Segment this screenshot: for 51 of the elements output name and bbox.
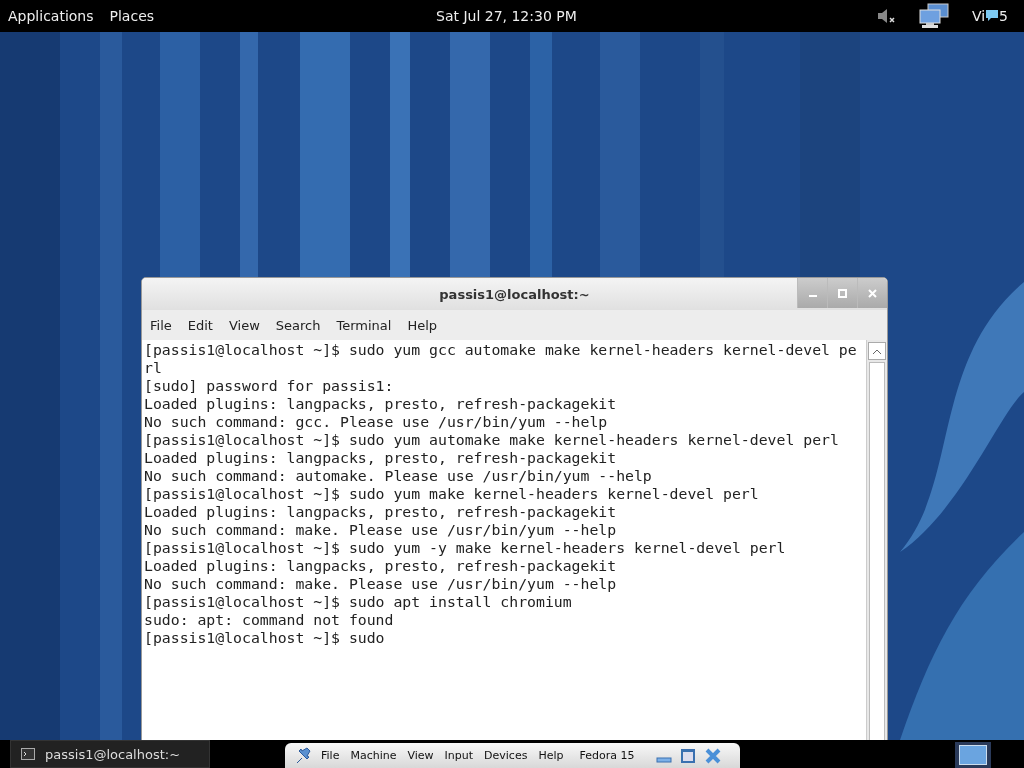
- menu-item[interactable]: Search: [275, 317, 321, 333]
- terminal-line: Loaded plugins: langpacks, presto, refresh-packagekit: [144, 449, 617, 467]
- panel-menu[interactable]: Places: [109, 8, 155, 24]
- close-button[interactable]: [857, 278, 887, 308]
- terminal-line: [passis1@localhost ~]$ sudo yum automake make kernel-headers kernel-devel perl: [144, 431, 839, 449]
- taskbar-item[interactable]: passis1@localhost:~: [10, 740, 210, 768]
- terminal-line: No such command: gcc. Please use /usr/bin/yum --help: [144, 413, 608, 431]
- window-icon[interactable]: [680, 747, 697, 764]
- terminal-line: [passis1@localhost ~]$ sudo apt install chromium: [144, 593, 572, 611]
- terminal-line: sudo: apt: command not found: [144, 611, 394, 629]
- menu-item[interactable]: Help: [407, 317, 438, 333]
- vm-menu-item[interactable]: Input: [444, 749, 474, 762]
- menu-item[interactable]: Terminal: [336, 317, 392, 333]
- clock[interactable]: Sat Jul 27, 12:30 PM: [436, 8, 577, 24]
- vm-name: Fedora 15: [579, 749, 635, 762]
- terminal-line: Loaded plugins: langpacks, presto, refresh-packagekit: [144, 395, 617, 413]
- terminal-line: [passis1@localhost ~]$ sudo: [144, 629, 385, 647]
- maximize-icon: [838, 288, 847, 298]
- vm-menu-item[interactable]: Help: [538, 749, 564, 762]
- terminal-line: [passis1@localhost ~]$ sudo yum gcc automake make kernel-headers kernel-devel pe: [144, 341, 857, 359]
- scrollbar[interactable]: [866, 340, 887, 740]
- menu-item[interactable]: File: [150, 317, 172, 333]
- vm-menu-item[interactable]: File: [321, 749, 340, 762]
- chat-bubble-icon[interactable]: [985, 9, 1000, 23]
- terminal-line: Loaded plugins: langpacks, presto, refresh-packagekit: [144, 557, 617, 575]
- terminal-line: Loaded plugins: langpacks, presto, refresh-packagekit: [144, 503, 617, 521]
- terminal-line: No such command: make. Please use /usr/bin/yum --help: [144, 575, 617, 593]
- maximize-button[interactable]: [827, 278, 857, 308]
- terminal-line: No such command: make. Please use /usr/bin/yum --help: [144, 521, 617, 539]
- scroll-up-button[interactable]: [868, 342, 886, 360]
- terminal-line: [passis1@localhost ~]$ sudo yum -y make kernel-headers kernel-devel perl: [144, 539, 786, 557]
- menu-item[interactable]: Edit: [187, 317, 213, 333]
- terminal-icon: [21, 748, 35, 760]
- menu-item[interactable]: View: [228, 317, 260, 333]
- terminal-line: [passis1@localhost ~]$ sudo yum make kernel-headers kernel-devel perl: [144, 485, 759, 503]
- user-menu-label[interactable]: 5: [999, 8, 1008, 24]
- scrollbar-thumb[interactable]: [869, 362, 885, 740]
- user-menu-label[interactable]: Vi: [971, 8, 986, 24]
- vm-menu-item[interactable]: Devices: [484, 749, 528, 762]
- close-icon[interactable]: [704, 746, 723, 765]
- speaker-muted-icon[interactable]: [875, 7, 896, 25]
- vm-menu-item[interactable]: View: [407, 749, 434, 762]
- vm-menu-item[interactable]: Machine: [350, 749, 397, 762]
- terminal-line: [sudo] password for passis1:: [144, 377, 394, 395]
- network-computers-icon[interactable]: [917, 3, 950, 29]
- caret-icon: [873, 348, 881, 354]
- close-icon: [868, 288, 877, 298]
- window-title: passis1@localhost:~: [439, 286, 590, 302]
- terminal-line: rl: [144, 359, 162, 377]
- panel-menu[interactable]: Applications: [8, 8, 94, 24]
- terminal-line: No such command: automake. Please use /usr/bin/yum --help: [144, 467, 652, 485]
